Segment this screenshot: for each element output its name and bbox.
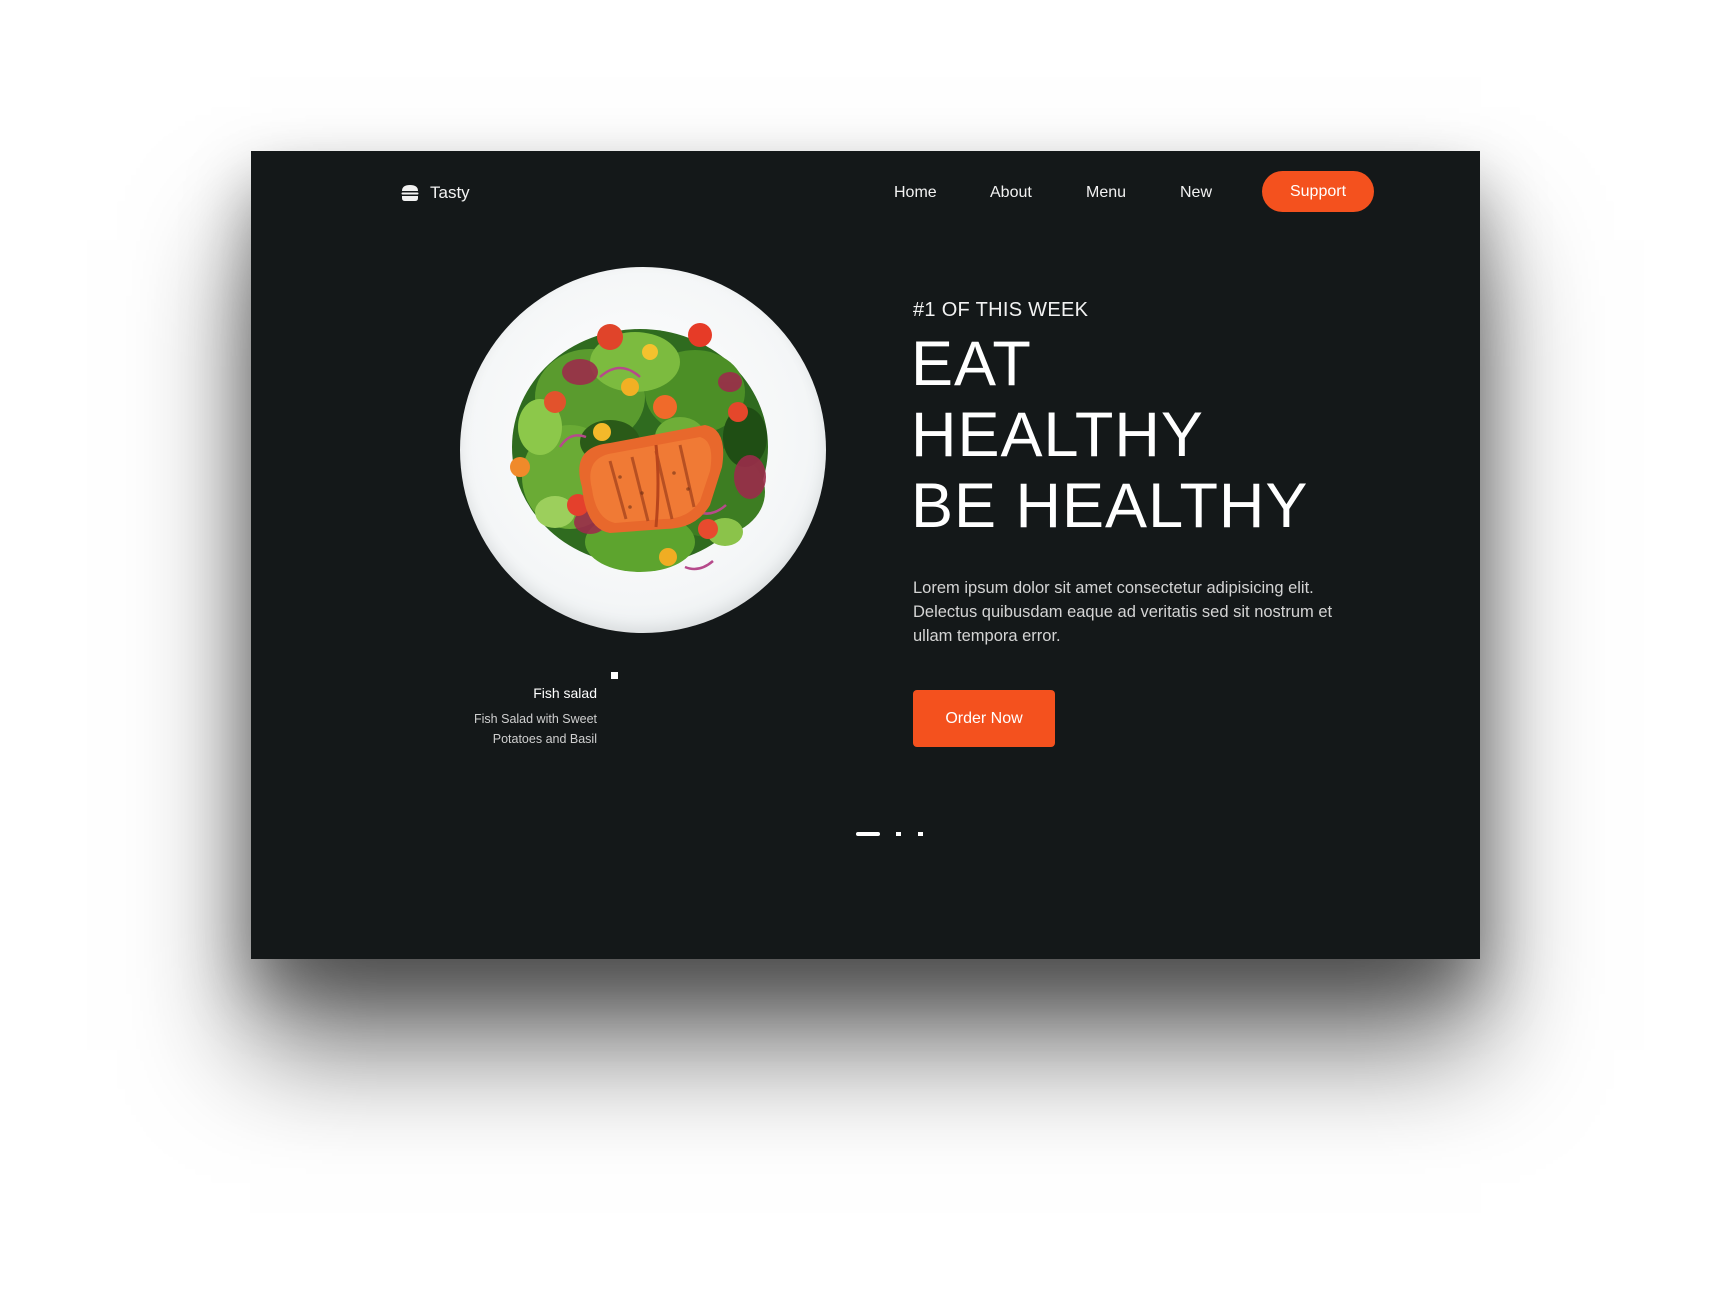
hero-headline: EAT HEALTHY BE HEALTHY [911, 329, 1308, 542]
dish-description-line: Potatoes and Basil [492, 732, 597, 746]
brand-name: Tasty [430, 183, 470, 202]
slide-indicator-active[interactable] [856, 832, 880, 836]
fish-salad-image [460, 267, 826, 633]
dish-caption: Fish salad Fish Salad with Sweet Potatoe… [431, 685, 597, 749]
landing-page: Tasty Home About Menu New Support Fish s… [251, 151, 1480, 959]
nav-new-link[interactable]: New [1180, 184, 1212, 202]
dish-title: Fish salad [533, 685, 597, 701]
caption-pointer [611, 672, 618, 679]
brand[interactable]: Tasty [400, 179, 470, 207]
slide-indicator[interactable] [918, 832, 923, 836]
dish-description: Fish Salad with Sweet Potatoes and Basil [431, 709, 597, 749]
nav-home-link[interactable]: Home [894, 184, 937, 202]
nav-menu-link[interactable]: Menu [1086, 184, 1126, 202]
order-now-button[interactable]: Order Now [913, 690, 1055, 747]
hero-kicker: #1 OF THIS WEEK [913, 299, 1089, 321]
headline-line: EAT [911, 329, 1032, 399]
headline-line: BE HEALTHY [911, 471, 1309, 541]
page-backdrop: Tasty Home About Menu New Support Fish s… [0, 0, 1725, 1306]
slide-indicator[interactable] [896, 832, 901, 836]
support-button[interactable]: Support [1262, 171, 1374, 212]
hero-description: Lorem ipsum dolor sit amet consectetur a… [913, 579, 1333, 645]
dish-description-line: Fish Salad with Sweet [474, 712, 597, 726]
nav-about-link[interactable]: About [990, 184, 1032, 202]
headline-line: HEALTHY [911, 400, 1204, 470]
salad-illustration [510, 323, 768, 572]
burger-icon [401, 185, 419, 201]
